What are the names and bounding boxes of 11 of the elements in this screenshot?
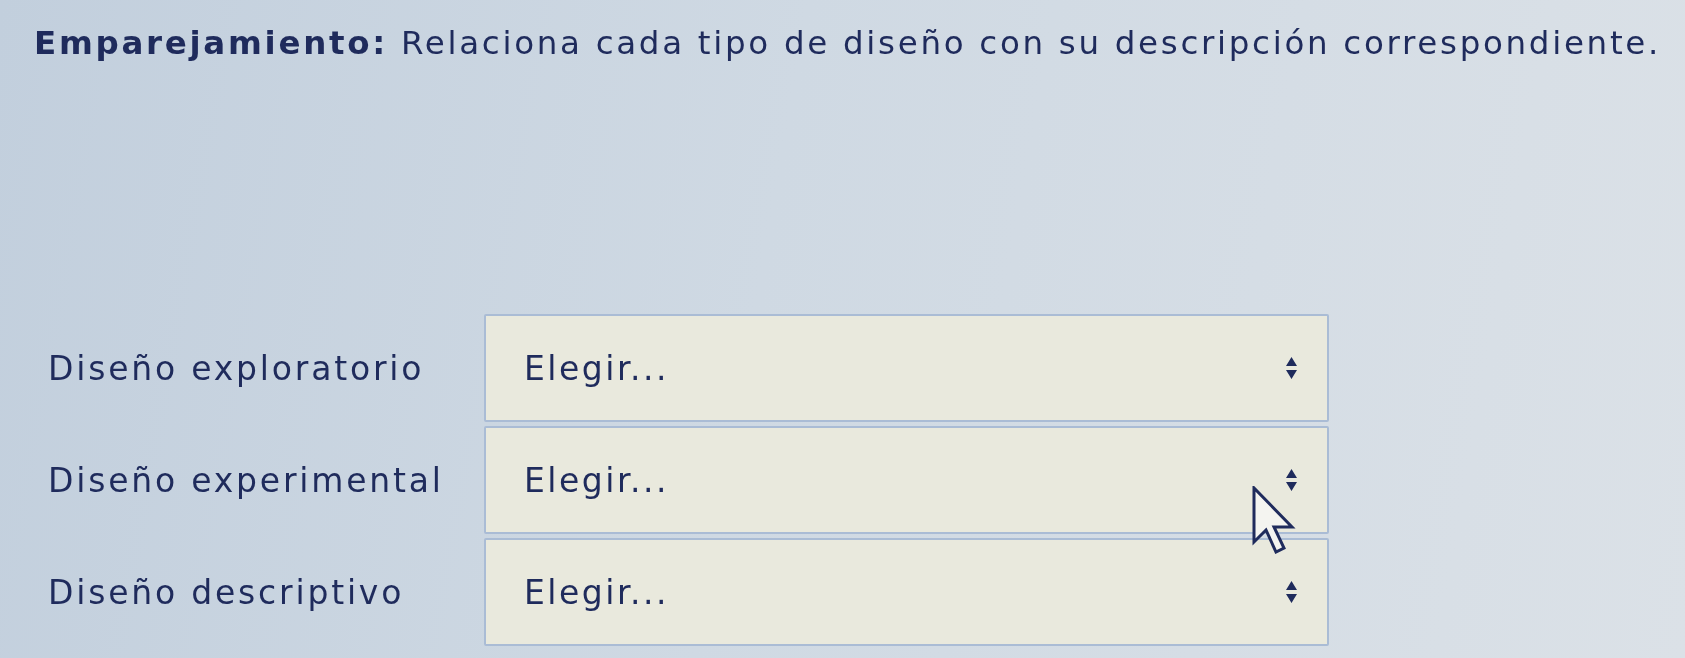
choice-dropdown[interactable]: Elegir... (484, 538, 1329, 646)
choice-dropdown[interactable]: Elegir... (484, 314, 1329, 422)
up-down-arrows-icon (1286, 357, 1297, 379)
instruction-text: Emparejamiento: Relaciona cada tipo de diseño con su descripción correspondiente. (34, 23, 1663, 64)
up-down-arrows-icon (1286, 581, 1297, 603)
choice-dropdown[interactable]: Elegir... (484, 426, 1329, 534)
term-label: Diseño descriptivo (47, 572, 406, 612)
up-down-arrows-icon (1286, 469, 1297, 491)
term-label: Diseño exploratorio (47, 348, 426, 388)
mouse-pointer-icon (1252, 486, 1298, 554)
term-label: Diseño experimental (47, 460, 445, 500)
